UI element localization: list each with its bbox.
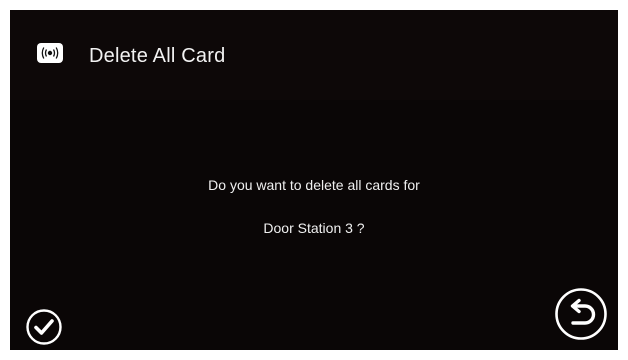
page-title: Delete All Card [89,45,226,67]
card-reader-icon [36,42,64,64]
back-button[interactable] [553,286,609,342]
header-bar: Delete All Card [10,10,618,100]
dialog-screen: Delete All Card Do you want to delete al… [10,10,618,350]
check-icon [25,308,63,346]
return-arrow-icon [553,286,609,342]
confirm-message-line1: Do you want to delete all cards for [208,177,420,193]
confirm-message-line2: Door Station 3 ? [263,220,365,236]
confirm-button[interactable] [25,308,63,346]
